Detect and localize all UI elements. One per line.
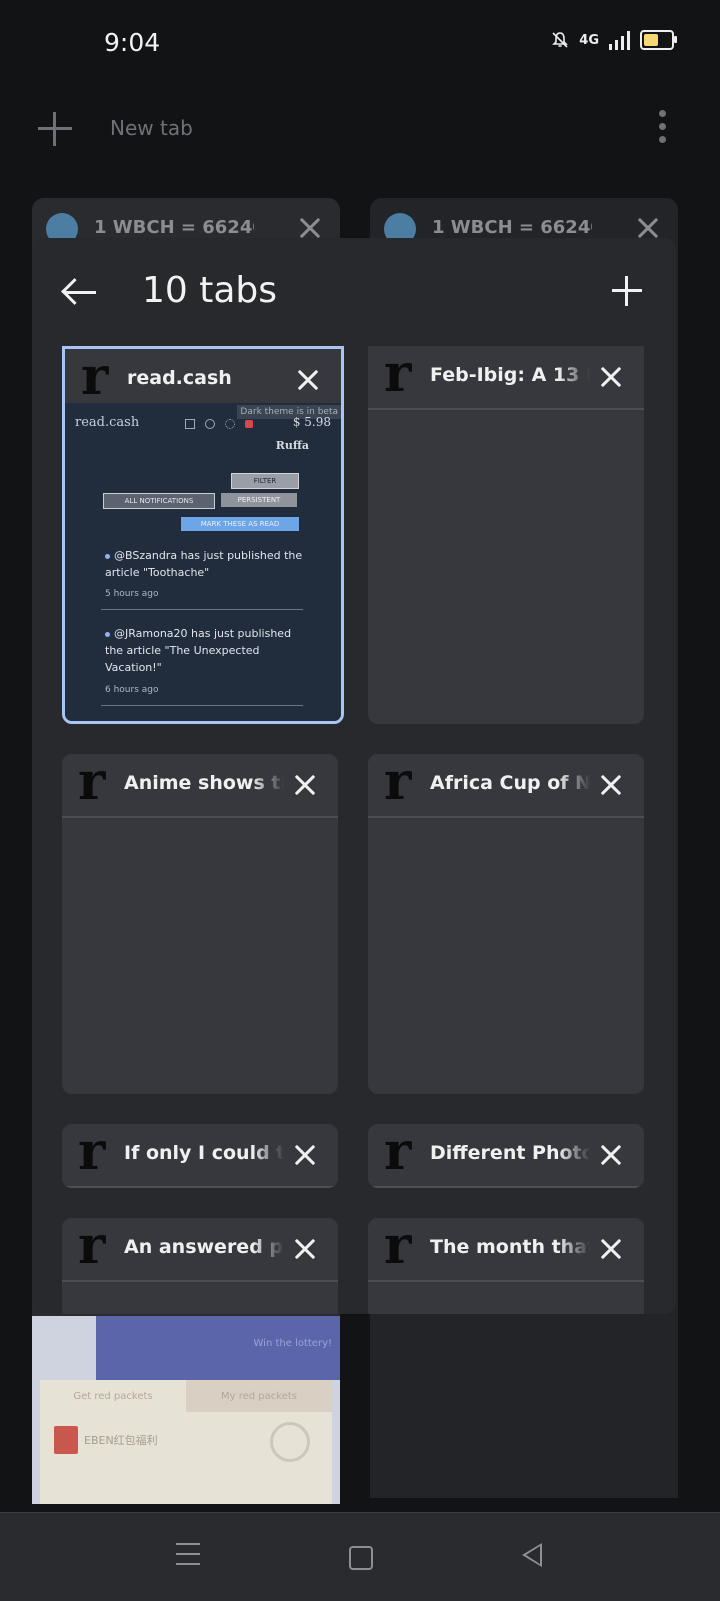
preview-tab-my: My red packets bbox=[186, 1380, 332, 1412]
tab-card[interactable]: r If only I could turn bbox=[62, 1124, 338, 1188]
network-type: 4G bbox=[579, 32, 599, 48]
preview-panel: Get red packets My red packets EBEN红包福利 bbox=[40, 1380, 332, 1504]
tab-title: An answered prayer bbox=[124, 1236, 284, 1258]
thumb-balance: $ 5.98 bbox=[292, 415, 331, 429]
thumb-notification-text: @JRamona20 has just published the articl… bbox=[105, 627, 292, 674]
add-tab-plus-icon[interactable] bbox=[612, 276, 642, 306]
close-icon[interactable] bbox=[598, 1236, 624, 1262]
tab-card[interactable]: r The month that bbox=[368, 1218, 644, 1314]
battery-icon bbox=[640, 30, 677, 50]
preview-banner: Win the lottery! bbox=[96, 1316, 340, 1380]
close-icon[interactable] bbox=[292, 1236, 318, 1262]
preview-tab-get: Get red packets bbox=[73, 1390, 153, 1402]
read-cash-favicon-icon: r bbox=[81, 346, 109, 407]
preview-banner-text: Win the lottery! bbox=[253, 1338, 332, 1349]
tab-card[interactable]: r Anime shows that bbox=[62, 754, 338, 1094]
tab-title: read.cash bbox=[127, 367, 232, 389]
mute-bell-icon bbox=[552, 32, 569, 48]
tab-title: Different Photos bbox=[430, 1142, 590, 1164]
read-cash-favicon-icon: r bbox=[78, 1218, 106, 1276]
tab-card-header: r Africa Cup of Nations bbox=[368, 754, 644, 818]
overflow-menu-icon[interactable] bbox=[659, 110, 667, 143]
thumb-mark-read-button: MARK THESE AS READ bbox=[181, 517, 299, 531]
stamp-icon bbox=[270, 1422, 310, 1462]
thumb-username: Ruffa bbox=[275, 439, 309, 452]
background-tab-title: 1 WBCH = 66240 $C bbox=[94, 217, 254, 238]
thumb-all-notifications-button: ALL NOTIFICATIONS bbox=[103, 493, 215, 509]
read-cash-favicon-icon: r bbox=[78, 754, 106, 812]
close-icon[interactable] bbox=[636, 216, 660, 240]
thumb-icons bbox=[185, 419, 253, 429]
close-icon[interactable] bbox=[295, 367, 321, 393]
home-square-icon[interactable] bbox=[349, 1546, 373, 1570]
tab-card-read-cash[interactable]: r read.cash read.cash Dark theme is in b… bbox=[62, 346, 344, 724]
status-time: 9:04 bbox=[104, 28, 161, 57]
tab-title: The month that bbox=[430, 1236, 590, 1258]
thumb-notification: @JRamona20 has just published the articl… bbox=[105, 625, 305, 676]
tab-thumbnail: read.cash Dark theme is in beta $ 5.98 R… bbox=[65, 403, 341, 721]
system-nav-bar bbox=[0, 1512, 720, 1601]
read-cash-favicon-icon: r bbox=[78, 1124, 106, 1182]
thumb-notification-time: 5 hours ago bbox=[105, 589, 159, 599]
bell-icon bbox=[245, 420, 253, 428]
preview-item-label: EBEN红包福利 bbox=[84, 1434, 158, 1447]
tab-grid: r read.cash read.cash Dark theme is in b… bbox=[32, 346, 676, 1314]
close-icon[interactable] bbox=[598, 772, 624, 798]
thumb-persistent-button: PERSISTENT bbox=[221, 493, 297, 507]
preview-item: EBEN红包福利 bbox=[54, 1426, 158, 1454]
search-icon bbox=[205, 419, 215, 429]
tab-card[interactable]: r An answered prayer bbox=[62, 1218, 338, 1314]
read-cash-favicon-icon: r bbox=[384, 1218, 412, 1276]
tab-title: Africa Cup of Nations bbox=[430, 772, 590, 794]
background-tab-preview: Win the lottery! Get red packets My red … bbox=[32, 1316, 340, 1504]
close-icon[interactable] bbox=[598, 364, 624, 390]
close-icon[interactable] bbox=[598, 1142, 624, 1168]
close-icon[interactable] bbox=[292, 1142, 318, 1168]
tab-card-header: r If only I could turn bbox=[62, 1124, 338, 1188]
red-packet-icon bbox=[54, 1426, 78, 1454]
thumb-notification-time: 6 hours ago bbox=[105, 685, 159, 695]
tab-card-header: r Different Photos bbox=[368, 1124, 644, 1188]
status-icons: 4G bbox=[551, 30, 677, 50]
recents-menu-icon[interactable] bbox=[176, 1543, 200, 1565]
tab-title: If only I could turn bbox=[124, 1142, 284, 1164]
thumb-notification: @BSzandra has just published the article… bbox=[105, 547, 305, 581]
new-tab-plus-icon[interactable] bbox=[38, 112, 72, 146]
read-cash-favicon-icon: r bbox=[384, 346, 412, 404]
back-arrow-icon[interactable] bbox=[62, 276, 98, 308]
wallet-icon bbox=[185, 419, 195, 429]
status-bar: 9:04 4G bbox=[0, 0, 720, 90]
tab-group-title: 10 tabs bbox=[142, 270, 278, 311]
tab-title: Feb-Ibig: A 13 Day bbox=[430, 364, 590, 386]
bullet-icon bbox=[105, 553, 110, 559]
read-cash-favicon-icon: r bbox=[384, 1124, 412, 1182]
tab-card[interactable]: r Africa Cup of Nations bbox=[368, 754, 644, 1094]
bullet-icon bbox=[105, 631, 110, 637]
new-tab-label[interactable]: New tab bbox=[110, 116, 193, 140]
thumb-notification-text: @BSzandra has just published the article… bbox=[105, 549, 303, 579]
tab-card[interactable]: r Feb-Ibig: A 13 Day bbox=[368, 346, 644, 724]
tab-group-sheet: 10 tabs r read.cash read.cash Dark theme… bbox=[32, 238, 676, 1314]
tab-card-header: r Anime shows that bbox=[62, 754, 338, 818]
sun-icon bbox=[225, 419, 235, 429]
close-icon[interactable] bbox=[298, 216, 322, 240]
background-tab-title: 1 WBCH = 66240 $C bbox=[432, 217, 592, 238]
thumb-filter-button: FILTER bbox=[231, 473, 299, 489]
tab-card-header: r The month that bbox=[368, 1218, 644, 1282]
divider bbox=[101, 705, 303, 706]
thumb-brand: read.cash bbox=[75, 415, 140, 430]
tab-card-header: r Feb-Ibig: A 13 Day bbox=[368, 346, 644, 410]
tab-card[interactable]: r Different Photos bbox=[368, 1124, 644, 1188]
tab-title: Anime shows that bbox=[124, 772, 284, 794]
signal-icon bbox=[609, 30, 630, 50]
read-cash-favicon-icon: r bbox=[384, 754, 412, 812]
tab-group-header: 10 tabs bbox=[32, 238, 676, 346]
close-icon[interactable] bbox=[292, 772, 318, 798]
back-triangle-icon[interactable] bbox=[522, 1543, 542, 1567]
battery-fill bbox=[644, 34, 658, 46]
divider bbox=[101, 609, 303, 610]
tab-card-header: r An answered prayer bbox=[62, 1218, 338, 1282]
